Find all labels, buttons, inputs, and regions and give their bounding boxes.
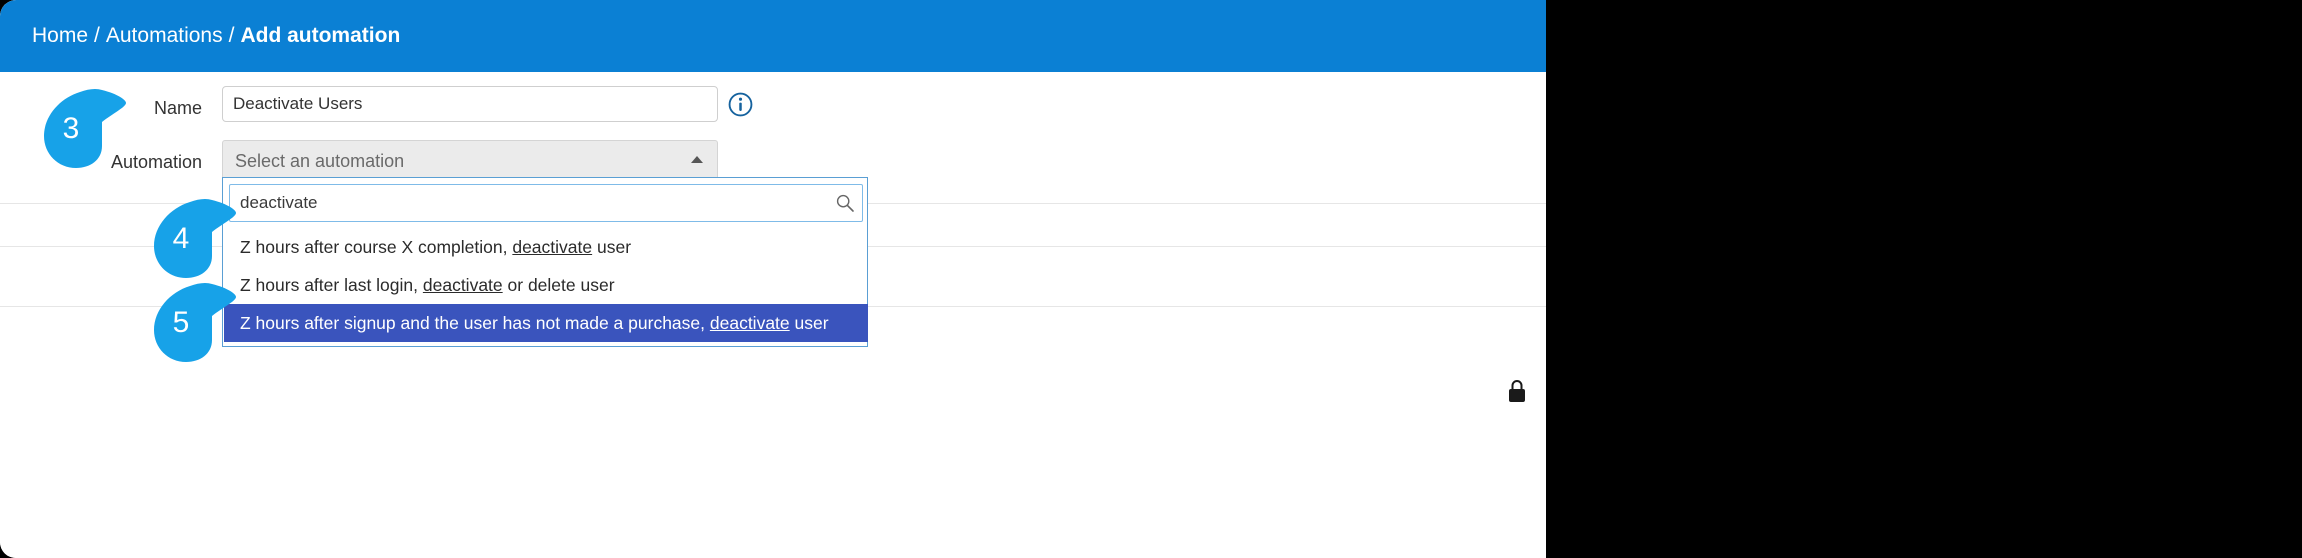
caret-up-icon bbox=[691, 156, 703, 163]
lock-icon[interactable] bbox=[1506, 378, 1528, 404]
page-header: Home / Automations / Add automation bbox=[0, 0, 1546, 72]
breadcrumb: Home / Automations / Add automation bbox=[32, 0, 400, 72]
dropdown-search-wrapper bbox=[229, 184, 863, 222]
callout-marker-4: 4 bbox=[150, 198, 238, 280]
name-input[interactable] bbox=[222, 86, 718, 122]
callout-marker-5-number: 5 bbox=[172, 306, 190, 339]
dropdown-option-3-suffix: user bbox=[789, 313, 829, 333]
dropdown-option-1[interactable]: Z hours after course X completion, deact… bbox=[224, 228, 868, 266]
dropdown-option-2[interactable]: Z hours after last login, deactivate or … bbox=[224, 266, 868, 304]
callout-marker-4-number: 4 bbox=[172, 222, 190, 255]
callout-marker-3: 3 bbox=[40, 88, 128, 170]
breadcrumb-separator-2: / bbox=[228, 24, 235, 47]
automation-select-value: Select an automation bbox=[235, 151, 405, 171]
breadcrumb-current-page: Add automation bbox=[240, 24, 401, 47]
dropdown-option-1-prefix: Z hours after course X completion, bbox=[240, 237, 513, 257]
dropdown-search-input[interactable] bbox=[229, 184, 863, 222]
info-circle-icon[interactable] bbox=[728, 92, 753, 117]
automation-select[interactable]: Select an automation bbox=[222, 140, 718, 182]
automation-dropdown-panel: Z hours after course X completion, deact… bbox=[222, 177, 868, 347]
callout-marker-5: 5 bbox=[150, 282, 238, 364]
breadcrumb-automations[interactable]: Automations bbox=[106, 24, 223, 48]
dropdown-option-3[interactable]: Z hours after signup and the user has no… bbox=[224, 304, 868, 342]
dropdown-option-1-match: deactivate bbox=[512, 237, 593, 257]
dropdown-option-2-suffix: or delete user bbox=[502, 275, 615, 295]
screenshot-stage: Home / Automations / Add automation Name bbox=[0, 0, 2302, 558]
dropdown-option-1-suffix: user bbox=[592, 237, 632, 257]
breadcrumb-home[interactable]: Home bbox=[32, 24, 88, 48]
dropdown-option-2-prefix: Z hours after last login, bbox=[240, 275, 423, 295]
dropdown-option-3-match: deactivate bbox=[709, 313, 790, 333]
breadcrumb-separator-1: / bbox=[94, 24, 100, 47]
dropdown-option-2-match: deactivate bbox=[422, 275, 503, 295]
dropdown-option-list: Z hours after course X completion, deact… bbox=[224, 228, 868, 342]
dropdown-option-3-prefix: Z hours after signup and the user has no… bbox=[240, 313, 710, 333]
callout-marker-3-number: 3 bbox=[62, 112, 80, 145]
